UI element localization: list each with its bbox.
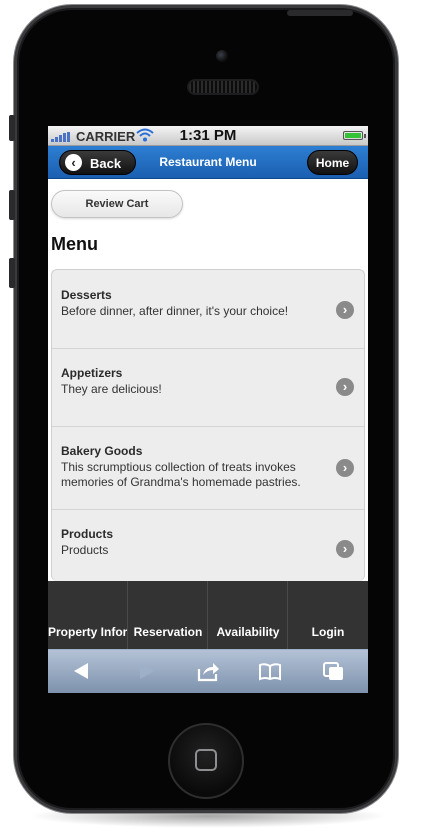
menu-list: Desserts Before dinner, after dinner, it… xyxy=(51,269,365,581)
menu-item-desserts[interactable]: Desserts Before dinner, after dinner, it… xyxy=(52,270,364,349)
tab-label: Reservation xyxy=(133,625,203,639)
menu-item-description: Before dinner, after dinner, it's your c… xyxy=(61,304,289,318)
power-button xyxy=(287,10,353,16)
chevron-right-icon: › xyxy=(336,540,354,558)
menu-item-bakery-goods[interactable]: Bakery Goods This scrumptious collection… xyxy=(52,427,364,510)
app-header: ‹ Back Restaurant Menu Home xyxy=(48,146,368,179)
back-icon[interactable] xyxy=(70,660,94,682)
menu-item-description: Products xyxy=(61,543,109,557)
tab-label: Login xyxy=(311,625,345,639)
status-time: 1:31 PM xyxy=(179,127,237,144)
menu-item-description: They are delicious! xyxy=(61,382,162,396)
chevron-right-icon: › xyxy=(336,459,354,477)
bookmarks-icon[interactable] xyxy=(258,660,282,682)
menu-item-appetizers[interactable]: Appetizers They are delicious! › xyxy=(52,349,364,427)
tab-label: Availability xyxy=(216,625,280,639)
forward-icon[interactable] xyxy=(134,660,158,682)
earpiece-speaker xyxy=(187,79,259,95)
home-button[interactable]: Home xyxy=(307,150,358,175)
menu-heading: Menu xyxy=(51,234,98,254)
tab-reservation[interactable]: Reservation xyxy=(128,581,208,649)
menu-item-products[interactable]: Products Products › xyxy=(52,510,364,581)
volume-up-button xyxy=(9,190,15,220)
review-cart-button[interactable]: Review Cart xyxy=(51,190,183,218)
tab-property-information[interactable]: Property Information xyxy=(48,581,128,649)
tab-label: Property Information xyxy=(48,625,128,639)
menu-item-name: Appetizers xyxy=(61,366,123,380)
share-icon[interactable] xyxy=(196,660,220,682)
home-button-label: Home xyxy=(315,156,350,170)
front-camera xyxy=(216,50,228,62)
chevron-right-icon: › xyxy=(336,378,354,396)
home-hardware-button[interactable] xyxy=(168,723,244,799)
volume-down-button xyxy=(9,258,15,288)
menu-item-description: This scrumptious collection of treats in… xyxy=(61,460,301,489)
tab-availability[interactable]: Availability xyxy=(208,581,288,649)
status-bar: CARRIER 1:31 PM xyxy=(48,126,368,146)
battery-icon xyxy=(343,131,366,140)
page-content: Review Cart Menu Desserts Before dinner,… xyxy=(48,179,368,581)
menu-item-name: Bakery Goods xyxy=(61,444,143,458)
menu-item-name: Desserts xyxy=(61,288,112,302)
browser-toolbar xyxy=(48,649,368,693)
menu-item-name: Products xyxy=(61,527,114,541)
tabs-icon[interactable] xyxy=(322,660,346,682)
tab-login[interactable]: Login xyxy=(288,581,368,649)
bottom-nav-bar: Property Information Reservation Availab… xyxy=(48,581,368,649)
phone-screen: CARRIER 1:31 PM ‹ Back Restaurant Menu H… xyxy=(48,126,368,693)
chevron-right-icon: › xyxy=(336,301,354,319)
mute-switch xyxy=(9,115,15,141)
